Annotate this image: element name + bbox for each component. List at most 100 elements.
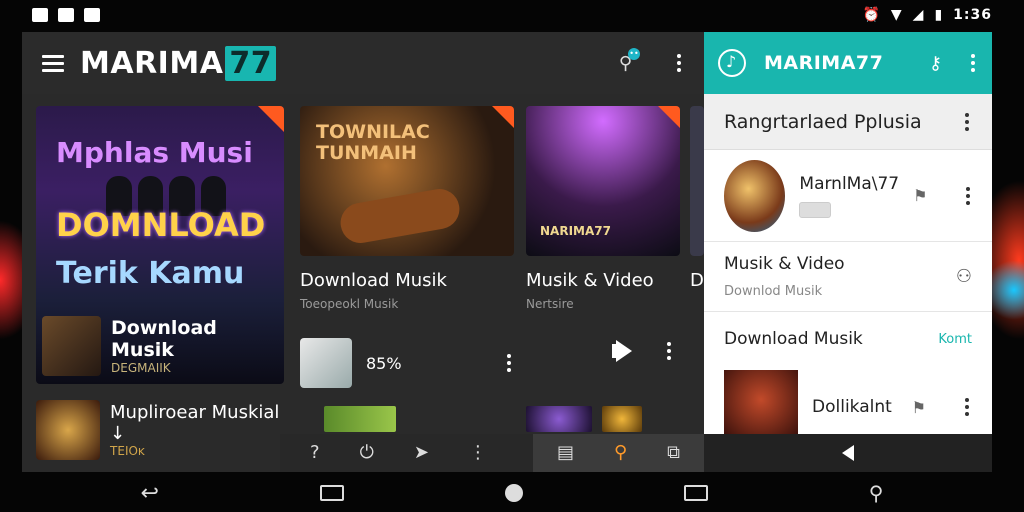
panel-overflow-icon[interactable]	[968, 54, 978, 72]
card-download-musik[interactable]: TOWNILAC TUNMAIH Download Musik Toeopeok…	[300, 106, 514, 388]
status-time: 1:36	[953, 7, 992, 23]
main-app-window: MARIMA 77 ⚲ •• Mphlas Musi DOMNLOAD Terik…	[22, 32, 715, 472]
panel-section-header[interactable]: Rangrtarlaed Pplusia	[704, 94, 992, 150]
help-icon[interactable]: ?	[310, 444, 320, 462]
assistant-icon[interactable]: ⚲	[869, 481, 884, 505]
profile-row[interactable]: MarnlMa\77 ⚑	[704, 150, 992, 242]
panel-title: MARIMA77	[764, 52, 884, 74]
bottom-nav: ? ⏻ ➤ ⋮ ▤ ⚲ ⧉	[280, 434, 704, 472]
music-logo-icon	[718, 49, 746, 77]
fish-icon[interactable]: ➤	[414, 444, 429, 462]
logo-tail-text: 77	[225, 45, 277, 81]
back-triangle-icon[interactable]	[842, 445, 854, 461]
recents-icon[interactable]	[319, 485, 344, 501]
app-icon	[84, 8, 100, 22]
card-percent: 85%	[366, 353, 402, 373]
featured-line3: Terik Kamu	[56, 256, 245, 291]
search-badge: ••	[628, 47, 640, 60]
card-art-title: TOWNILAC TUNMAIH	[316, 121, 430, 164]
screen: ⏰ ▼ ◢ ▮ 1:36 MARIMA77 ⚲ •• Mphlas Musi	[0, 0, 1024, 512]
media-title: Musik & Video	[724, 254, 845, 274]
new-ribbon	[258, 106, 284, 132]
track-cover	[724, 370, 798, 444]
bottom-list-item[interactable]: Mupliroear Muskial ↓ TEIOĸ	[36, 400, 284, 460]
panel-section-label: Rangrtarlaed Pplusia	[724, 110, 922, 133]
card-art: NARIMA77	[526, 106, 680, 256]
new-ribbon	[658, 106, 680, 128]
purple-thumbnail	[526, 406, 592, 432]
featured-thumbnail	[42, 316, 102, 376]
card-musik-video[interactable]: NARIMA77 Musik & Video Nertsire	[526, 106, 680, 362]
list-item-thumbnail	[36, 400, 101, 460]
featured-footer-sub: DEGMAIIK	[111, 361, 171, 375]
search-icon[interactable]: ⚲	[614, 444, 627, 462]
play-icon[interactable]	[612, 338, 642, 364]
image-icon	[58, 8, 74, 22]
track-name: Dollikalnt	[812, 397, 892, 417]
tag-icon[interactable]: ⚑	[912, 398, 926, 417]
profile-name: MarnlMa\77	[799, 173, 900, 194]
panel-header: MARIMA77 ⚷	[704, 32, 992, 94]
list-item-sub: TEIOĸ	[110, 444, 145, 458]
download-label: Download Musik	[724, 329, 863, 349]
profile-chip	[799, 201, 832, 218]
green-thumbnail	[324, 406, 396, 432]
card-partial[interactable]: Da	[690, 106, 715, 291]
card-progress-row: 85%	[300, 338, 514, 388]
featured-footer-title: Download Musik	[111, 317, 217, 361]
card-mini-thumbnail	[300, 338, 352, 388]
app-top-bar: MARIMA 77 ⚲ ••	[22, 32, 704, 94]
download-link[interactable]: Komt	[938, 332, 972, 347]
card-overflow-icon[interactable]	[664, 342, 674, 360]
status-bar: ⏰ ▼ ◢ ▮ 1:36	[0, 0, 1024, 30]
featured-line1: Mphlas Musi	[56, 136, 253, 169]
card-art	[690, 106, 704, 256]
card-overflow-icon[interactable]	[504, 354, 514, 372]
card-subtitle: Toeopeokl Musik	[300, 297, 399, 311]
track-overflow-icon[interactable]	[962, 398, 972, 416]
card-subtitle: Nertsire	[526, 297, 574, 311]
featured-tile[interactable]: Mphlas Musi DOMNLOAD Terik Kamu Download…	[36, 106, 284, 384]
card-title: Download Musik	[300, 270, 447, 291]
key-icon[interactable]: ⚷	[929, 53, 942, 74]
media-row[interactable]: Musik & Video Downlod Musik ⚇	[704, 242, 992, 312]
profile-overflow-icon[interactable]	[963, 186, 972, 205]
recents-icon-2[interactable]	[683, 485, 708, 501]
signal-icon: ◢	[912, 7, 925, 23]
featured-footer: Download Musik DEGMAIIK	[42, 314, 278, 378]
side-panel: MARIMA77 ⚷ Rangrtarlaed Pplusia MarnlMa\…	[704, 32, 992, 472]
content-grid: Mphlas Musi DOMNLOAD Terik Kamu Download…	[22, 94, 715, 472]
list-item-title: Mupliroear Muskial ↓	[110, 402, 280, 444]
menu-icon[interactable]	[42, 54, 64, 72]
power-icon[interactable]: ⏻	[360, 444, 374, 462]
book-icon[interactable]: ▤	[557, 444, 574, 462]
card-art: TOWNILAC TUNMAIH	[300, 106, 514, 256]
featured-line2: DOMNLOAD	[56, 206, 266, 244]
section-overflow-icon[interactable]	[962, 112, 972, 131]
more-icon[interactable]: ⋮	[469, 444, 487, 462]
card-title: Musik & Video	[526, 270, 654, 291]
tag-icon[interactable]: ⚑	[913, 186, 927, 205]
gold-thumbnail	[602, 406, 642, 432]
battery-icon: ▮	[934, 7, 944, 23]
external-icon[interactable]: ⧉	[667, 444, 680, 462]
app-logo: MARIMA 77	[80, 45, 277, 81]
user-icon[interactable]: ⚇	[956, 266, 972, 287]
card-title: Da	[690, 270, 715, 291]
status-right: ⏰ ▼ ◢ ▮ 1:36	[862, 7, 992, 23]
home-icon[interactable]	[504, 484, 523, 502]
status-left	[32, 8, 100, 22]
system-nav-bar: ↩ ⚲	[0, 474, 1024, 512]
wifi-icon: ▼	[890, 7, 903, 23]
back-icon[interactable]: ↩	[140, 481, 158, 506]
media-sub: Downlod Musik	[724, 284, 823, 299]
card-play-row	[612, 338, 684, 364]
search-button[interactable]: ⚲ ••	[619, 47, 640, 73]
guitar-illustration	[337, 185, 463, 247]
download-row[interactable]: Download Musik Komt	[704, 312, 992, 366]
avatar	[724, 159, 786, 232]
alarm-icon: ⏰	[862, 7, 881, 23]
panel-nav-bar	[704, 434, 992, 472]
card-art-title: NARIMA77	[540, 224, 611, 238]
overflow-menu-icon[interactable]	[674, 54, 684, 72]
